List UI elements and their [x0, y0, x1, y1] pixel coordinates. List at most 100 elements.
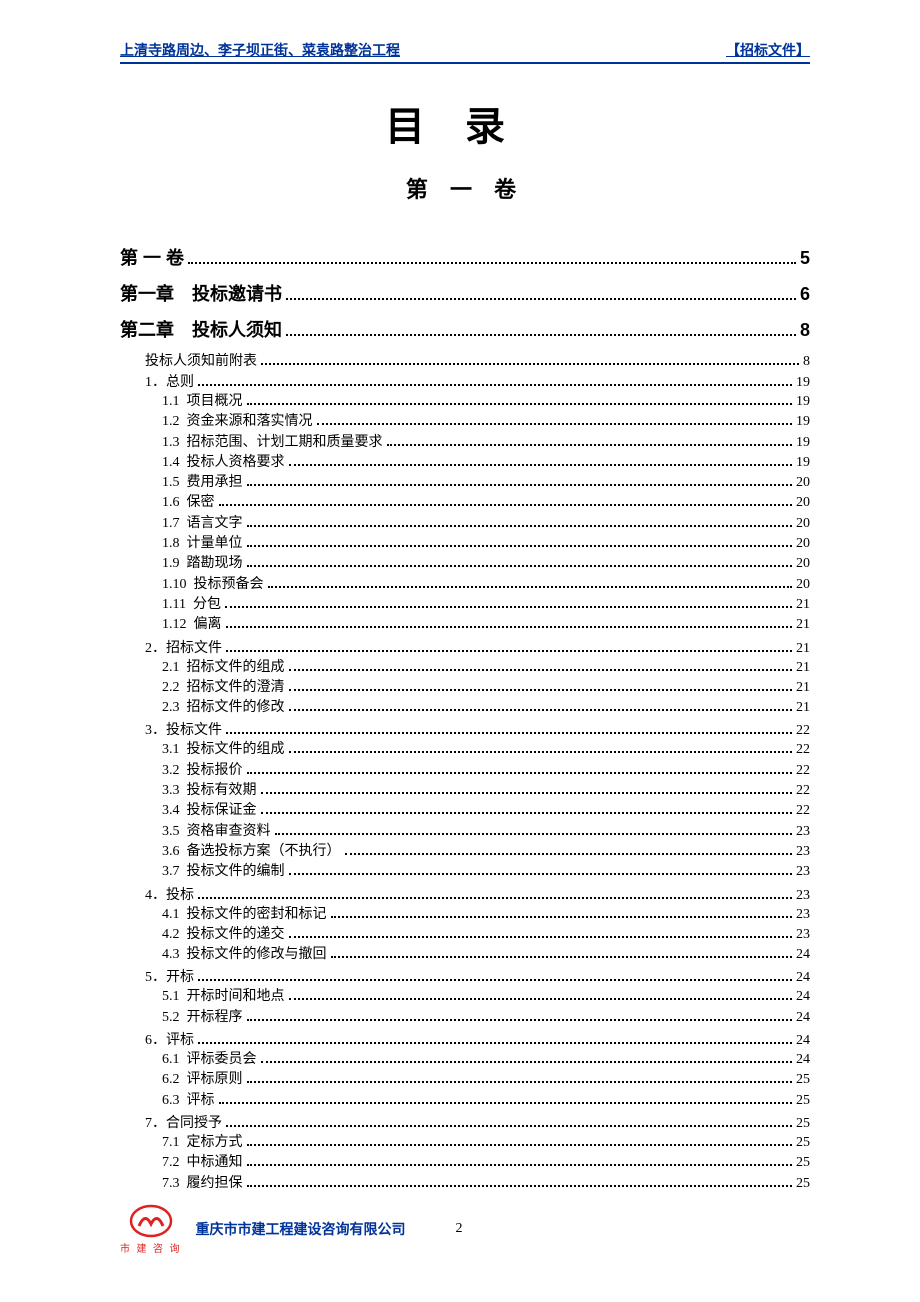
toc-dots [219, 496, 793, 506]
toc-entry: 第二章 投标人须知8 [120, 316, 810, 342]
toc-entry: 3.5 资格审查资料 23 [120, 822, 810, 842]
toc-dots [198, 376, 792, 386]
toc-dots [226, 618, 793, 628]
toc-label: 招标文件的组成 [187, 658, 285, 678]
toc-entry: 5.1 开标时间和地点 24 [120, 987, 810, 1007]
toc-num: 3.2 [162, 761, 187, 781]
toc-label: 计量单位 [187, 534, 243, 554]
toc-label: 偏离 [194, 615, 222, 635]
toc-page: 24 [796, 1050, 810, 1070]
toc-dots [286, 321, 796, 336]
toc-label: 开标 [166, 966, 194, 986]
toc-page: 20 [796, 554, 810, 574]
toc-entry: 7.3 履约担保 25 [120, 1174, 810, 1194]
footer: 市 建 咨 询 重庆市市建工程建设咨询有限公司 2 [120, 1204, 810, 1255]
toc-page: 23 [796, 842, 810, 862]
toc-label: 投标文件的修改与撤回 [187, 945, 327, 965]
toc-entry: 6.2 评标原则 25 [120, 1070, 810, 1090]
toc-num: 7.1 [162, 1133, 187, 1153]
toc-label: 评标 [187, 1091, 215, 1111]
logo-text: 市 建 咨 询 [120, 1240, 182, 1255]
toc-page: 19 [796, 392, 810, 412]
toc: 第 一 卷5第一章 投标邀请书6第二章 投标人须知8投标人须知前附表 81．总则… [120, 244, 810, 1194]
toc-page: 19 [796, 412, 810, 432]
toc-page: 21 [796, 678, 810, 698]
toc-num: 2.1 [162, 658, 187, 678]
toc-num: 1.2 [162, 412, 187, 432]
toc-dots [247, 516, 793, 526]
toc-num: 4.3 [162, 945, 187, 965]
toc-label: 投标人须知 [192, 316, 282, 342]
toc-num: 1.3 [162, 433, 187, 453]
toc-entry: 第一章 投标邀请书 6 [120, 280, 810, 306]
footer-company: 重庆市市建工程建设咨询有限公司 [196, 1219, 406, 1239]
toc-entry: 1.11 分包 21 [120, 595, 810, 615]
toc-page: 19 [796, 375, 810, 391]
toc-page: 21 [796, 658, 810, 678]
toc-entry: 3.6 备选投标方案（不执行） 23 [120, 842, 810, 862]
toc-dots [261, 355, 799, 365]
toc-dots [219, 1093, 793, 1103]
toc-dots [286, 285, 796, 300]
toc-label: 投标文件 [166, 719, 222, 739]
toc-entry: 5．开标 24 [120, 966, 810, 986]
toc-page: 21 [796, 595, 810, 615]
toc-entry: 2.3 招标文件的修改 21 [120, 698, 810, 718]
toc-label: 分包 [193, 595, 221, 615]
toc-entry: 1.5 费用承担 20 [120, 473, 810, 493]
toc-entry: 4．投标 23 [120, 884, 810, 904]
toc-page: 22 [796, 761, 810, 781]
toc-page: 6 [800, 284, 810, 305]
toc-dots [289, 660, 793, 670]
toc-num: 5． [145, 966, 166, 986]
toc-label: 投标文件的组成 [187, 740, 285, 760]
toc-page: 19 [796, 433, 810, 453]
toc-entry: 1.3 招标范围、计划工期和质量要求 19 [120, 433, 810, 453]
toc-page: 24 [796, 970, 810, 986]
toc-label: 投标文件的递交 [187, 925, 285, 945]
toc-dots [289, 865, 793, 875]
toc-page: 23 [796, 862, 810, 882]
toc-entry: 1．总则 19 [120, 371, 810, 391]
toc-num: 4． [145, 884, 166, 904]
toc-num: 5.2 [162, 1008, 187, 1028]
toc-entry: 1.4 投标人资格要求 19 [120, 453, 810, 473]
toc-num: 3.7 [162, 862, 187, 882]
toc-entry: 第 一 卷5 [120, 244, 810, 270]
toc-num: 1.11 [162, 595, 193, 615]
toc-entry: 3．投标文件 22 [120, 719, 810, 739]
toc-dots [247, 476, 793, 486]
toc-label: 资金来源和落实情况 [187, 412, 313, 432]
toc-label: 合同授予 [166, 1112, 222, 1132]
toc-entry: 4.3 投标文件的修改与撤回 24 [120, 945, 810, 965]
toc-dots [387, 435, 793, 445]
toc-entry: 7.1 定标方式 25 [120, 1133, 810, 1153]
toc-label: 保密 [187, 493, 215, 513]
toc-num: 1.12 [162, 615, 194, 635]
toc-page: 25 [796, 1091, 810, 1111]
toc-dots [247, 1176, 793, 1186]
toc-label: 招标文件 [166, 637, 222, 657]
toc-entry: 1.6 保密 20 [120, 493, 810, 513]
toc-dots [198, 888, 792, 898]
toc-page: 24 [796, 1008, 810, 1028]
toc-dots [317, 415, 793, 425]
toc-dots [247, 1073, 793, 1083]
toc-num: 3.4 [162, 801, 187, 821]
toc-entry: 2．招标文件 21 [120, 637, 810, 657]
toc-page: 24 [796, 945, 810, 965]
toc-page: 21 [796, 615, 810, 635]
toc-dots [226, 724, 792, 734]
toc-page: 25 [796, 1070, 810, 1090]
toc-page: 22 [796, 740, 810, 760]
toc-page: 20 [796, 493, 810, 513]
toc-num: 第一章 [120, 280, 192, 306]
toc-num: 1.4 [162, 453, 187, 473]
toc-label: 项目概况 [187, 392, 243, 412]
toc-entry: 5.2 开标程序 24 [120, 1008, 810, 1028]
toc-num: 第二章 [120, 316, 192, 342]
toc-num: 3.5 [162, 822, 187, 842]
toc-num: 第 一 卷 [120, 244, 184, 270]
toc-label: 投标邀请书 [192, 280, 282, 306]
toc-label: 开标时间和地点 [187, 987, 285, 1007]
